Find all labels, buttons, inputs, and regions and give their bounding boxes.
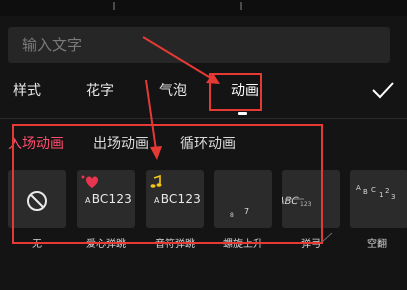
svg-text:1: 1: [379, 191, 383, 199]
tab-fancy-text[interactable]: 花字: [86, 80, 114, 100]
sample-text: ABC123: [154, 192, 201, 206]
svg-text:C: C: [371, 186, 376, 194]
top-strip: [0, 0, 407, 16]
animation-card-flip[interactable]: A B C 1 2 3: [350, 170, 407, 228]
svg-text:A: A: [356, 184, 361, 192]
svg-text:8: 8: [230, 212, 234, 219]
top-strip-mark: [113, 2, 115, 10]
animation-card-note-bounce[interactable]: ABC123: [146, 170, 204, 228]
subtab-entrance[interactable]: 入场动画: [8, 133, 64, 153]
none-icon: [27, 191, 47, 211]
subtab-exit[interactable]: 出场动画: [93, 133, 149, 153]
svg-text:ABC: ABC: [282, 196, 299, 207]
svg-text:3: 3: [391, 193, 395, 201]
svg-text:B: B: [363, 188, 368, 196]
animation-card-spiral-rise[interactable]: 8 7: [214, 170, 272, 228]
animation-label: 螺旋上升: [223, 239, 263, 250]
flip-preview: A B C 1 2 3: [356, 184, 395, 201]
svg-text:123: 123: [300, 201, 312, 208]
svg-text:2: 2: [385, 187, 389, 195]
animation-label: 空翻: [367, 239, 387, 250]
tab-bubble[interactable]: 气泡: [159, 80, 187, 100]
animation-card-slingshot[interactable]: ABC 123: [282, 170, 340, 228]
animation-label: 爱心弹跳: [86, 239, 126, 250]
animation-card-heart-bounce[interactable]: ABC123: [77, 170, 135, 228]
text-input[interactable]: [8, 27, 390, 63]
divider: [0, 118, 407, 119]
animation-label: 无: [32, 239, 42, 250]
text-input-box[interactable]: [8, 27, 390, 63]
animation-label: 弹弓: [301, 239, 321, 250]
animation-label: 音符弹跳: [155, 239, 195, 250]
top-strip-mark: [240, 2, 242, 10]
tab-animation[interactable]: 动画: [231, 80, 259, 100]
svg-text:7: 7: [244, 207, 249, 216]
sample-text: ABC123: [85, 192, 132, 206]
slingshot-preview: ABC 123: [282, 196, 312, 208]
spiral-rise-preview: 8 7: [230, 207, 249, 219]
tab-style[interactable]: 样式: [13, 80, 41, 100]
subtab-loop[interactable]: 循环动画: [180, 133, 236, 153]
animation-card-none[interactable]: [8, 170, 66, 228]
active-tab-indicator: [238, 112, 247, 115]
checkmark-icon[interactable]: [371, 80, 395, 100]
